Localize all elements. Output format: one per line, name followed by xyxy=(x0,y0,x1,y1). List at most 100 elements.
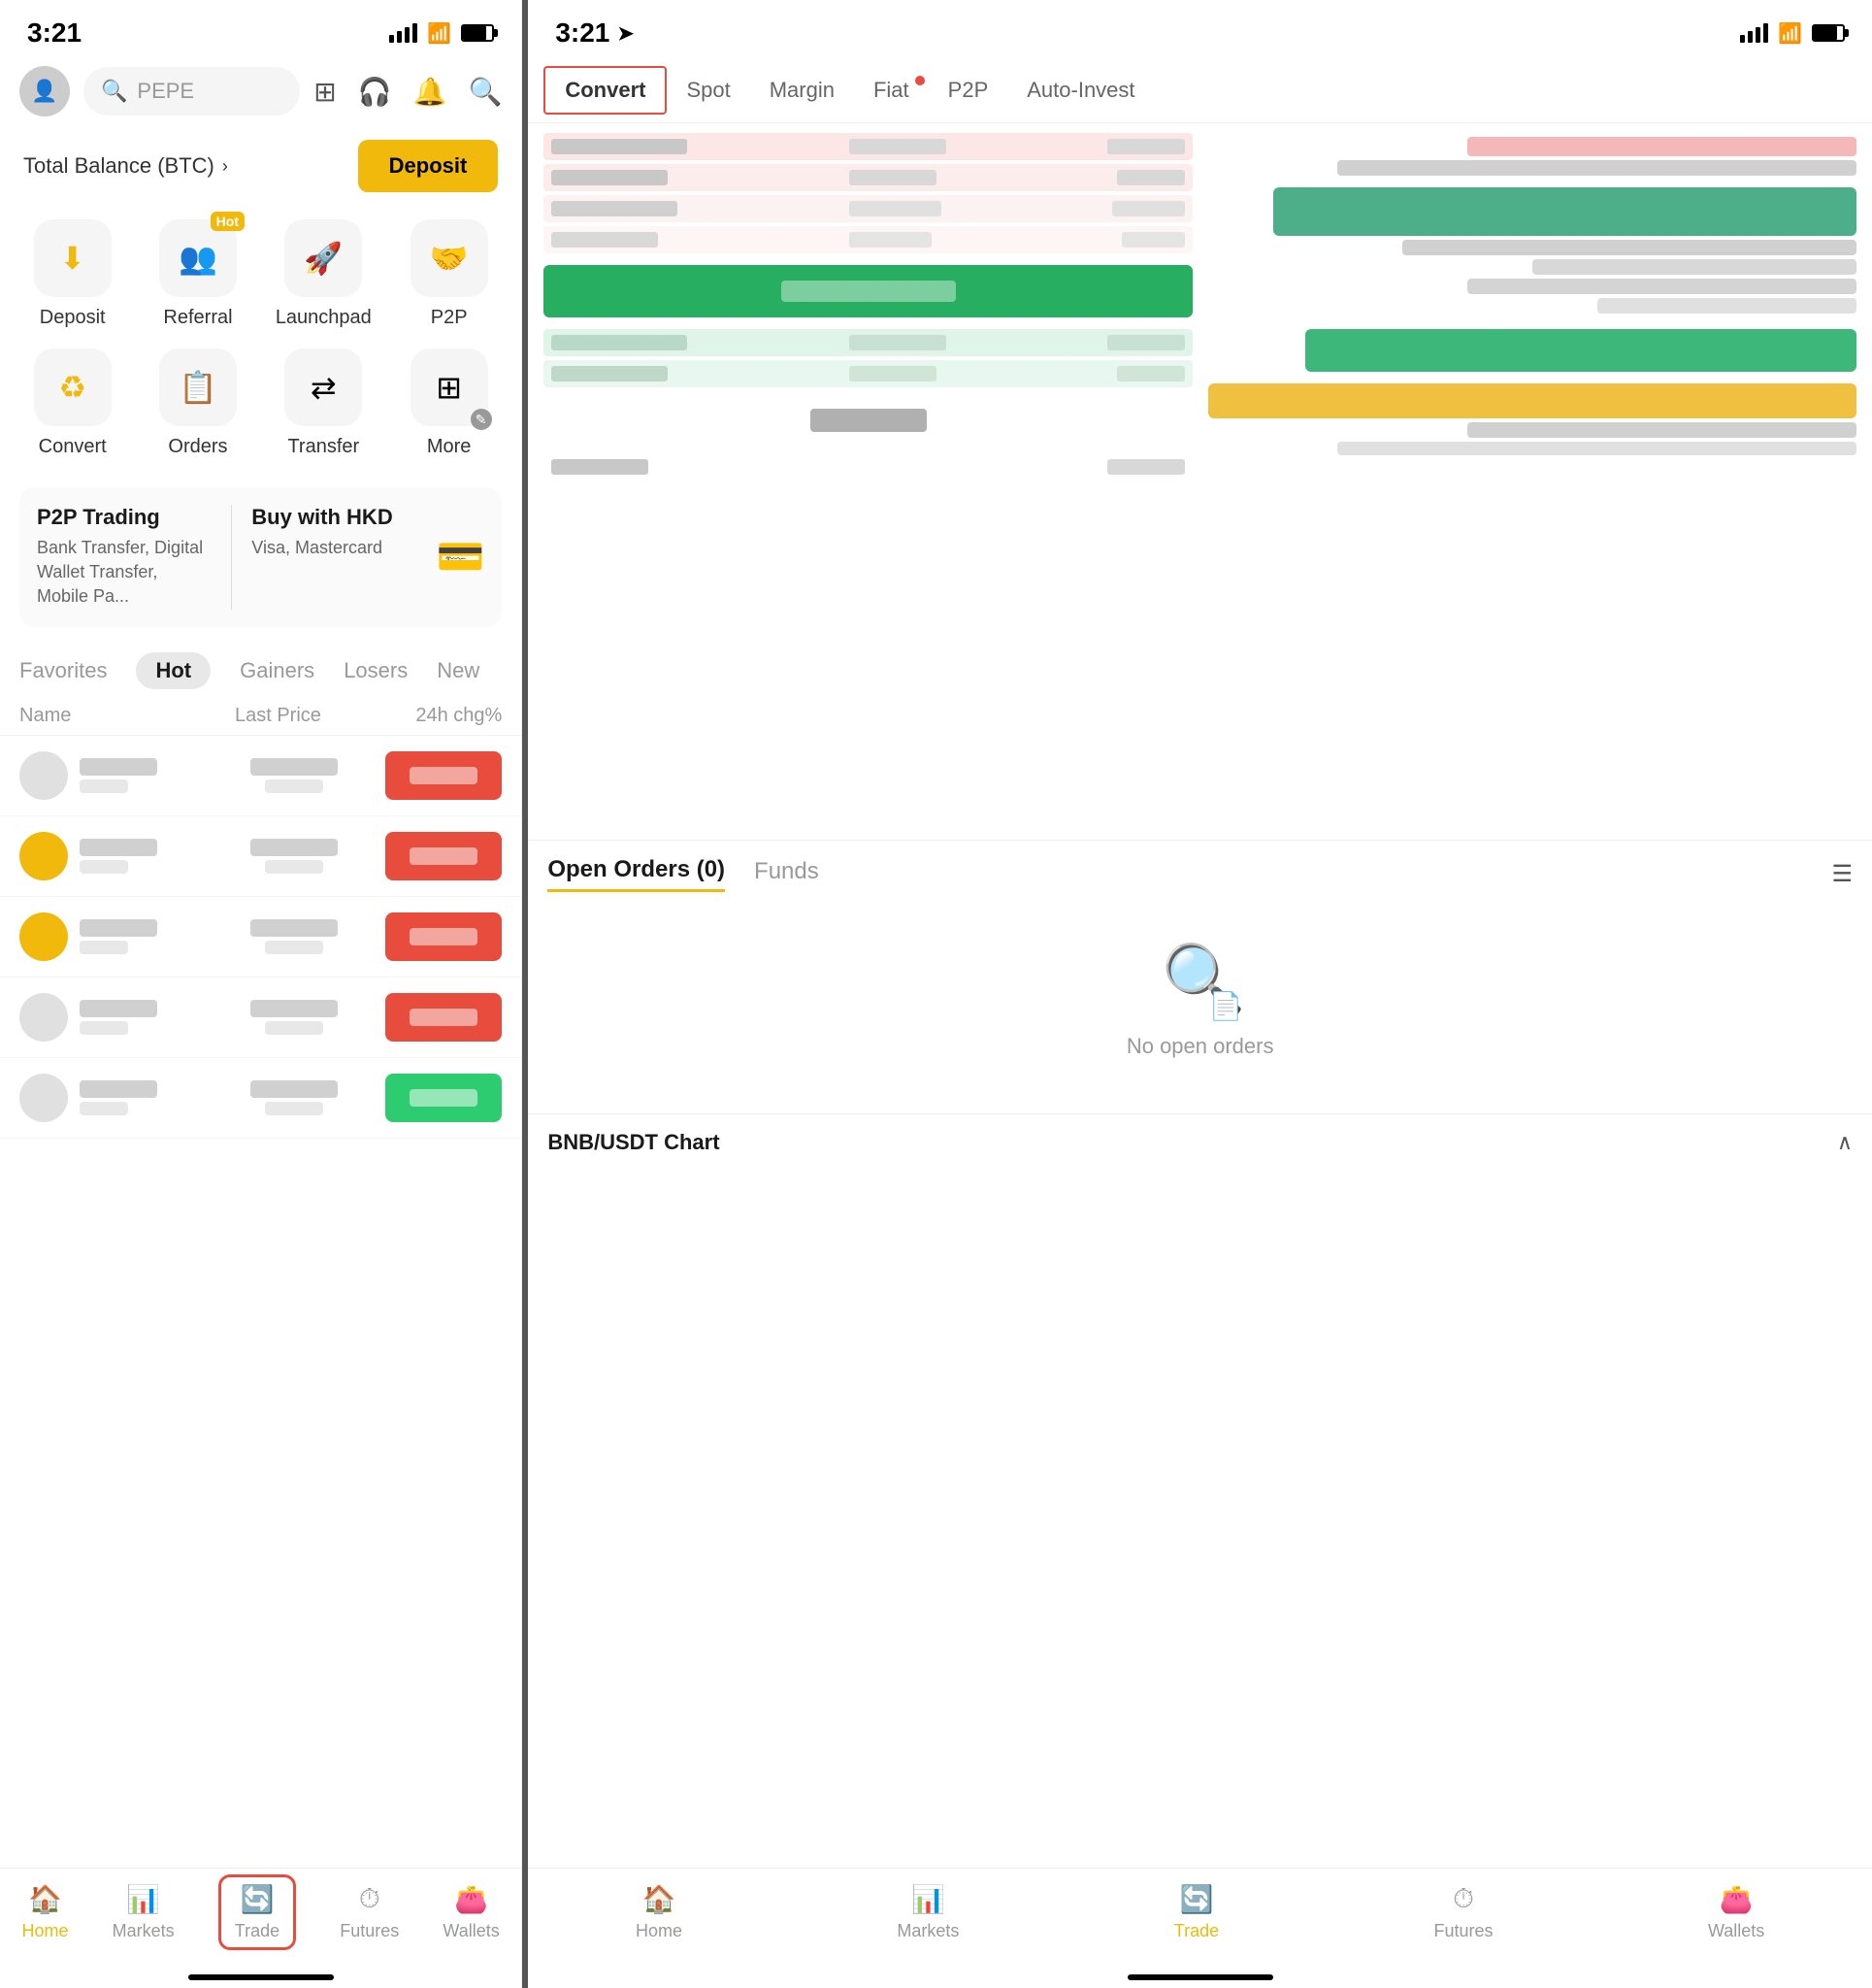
action-more[interactable]: ⊞ ✎ More xyxy=(396,348,503,458)
table-row[interactable] xyxy=(0,897,521,977)
trading-tabs: Convert Spot Margin Fiat P2P Auto-Invest xyxy=(528,58,1872,123)
tab-gainers[interactable]: Gainers xyxy=(240,652,314,689)
coin-details-3 xyxy=(80,919,157,954)
markets-icon: 📊 xyxy=(126,1883,160,1915)
tab-losers[interactable]: Losers xyxy=(344,652,408,689)
action-p2p-label: P2P xyxy=(431,307,468,329)
coin-price-5 xyxy=(203,1080,386,1115)
bottom-nav-left: 🏠 Home 📊 Markets 🔄 Trade ⏱ Futures 👛 Wal… xyxy=(0,1868,521,1974)
table-row[interactable] xyxy=(0,977,521,1058)
status-bar-right: 3:21 ➤ 📶 xyxy=(528,0,1872,58)
bell-icon[interactable]: 🔔 xyxy=(413,76,447,108)
change-badge-1 xyxy=(385,751,502,800)
change-badge-3 xyxy=(385,912,502,961)
coin-price-4 xyxy=(203,1000,386,1035)
collapse-icon[interactable]: ∧ xyxy=(1837,1130,1853,1155)
status-icons-left: 📶 xyxy=(389,21,494,46)
sub-price-blur-2 xyxy=(265,860,323,874)
convert-icon: ♻ xyxy=(34,348,112,426)
trade-icon-right: 🔄 xyxy=(1180,1883,1214,1915)
nav-wallets-left[interactable]: 👛 Wallets xyxy=(443,1883,499,1941)
action-more-label: More xyxy=(427,436,472,458)
futures-icon: ⏱ xyxy=(359,1883,380,1915)
tab-new[interactable]: New xyxy=(437,652,479,689)
tab-fiat[interactable]: Fiat xyxy=(854,68,929,113)
coin-name-blur-2 xyxy=(80,839,157,856)
right-panel: 3:21 ➤ 📶 Convert S xyxy=(528,0,1872,1988)
change-badge-5 xyxy=(385,1074,502,1122)
change-badge-4 xyxy=(385,993,502,1042)
tab-p2p[interactable]: P2P xyxy=(929,68,1008,113)
coin-list xyxy=(0,736,521,1868)
promo-hkd[interactable]: Buy with HKD Visa, Mastercard xyxy=(251,505,426,610)
home-indicator-right xyxy=(1128,1974,1273,1980)
nav-trade-label-right: Trade xyxy=(1174,1921,1219,1941)
deposit-button[interactable]: Deposit xyxy=(358,140,499,192)
coin-price-1 xyxy=(203,758,386,793)
nav-futures-label: Futures xyxy=(340,1921,399,1941)
tab-favorites[interactable]: Favorites xyxy=(19,652,107,689)
tab-hot[interactable]: Hot xyxy=(136,652,211,689)
home-icon: 🏠 xyxy=(28,1883,62,1915)
nav-futures-left[interactable]: ⏱ Futures xyxy=(340,1883,399,1941)
search-box[interactable]: 🔍 PEPE xyxy=(83,67,300,116)
coin-logo-1 xyxy=(19,751,68,800)
bnb-chart-section[interactable]: BNB/USDT Chart ∧ xyxy=(528,1113,1872,1171)
col-change: 24h chg% xyxy=(364,705,502,727)
user-search-icon[interactable]: 🔍 xyxy=(468,76,502,108)
nav-futures-right[interactable]: ⏱ Futures xyxy=(1434,1883,1494,1941)
action-p2p[interactable]: 🤝 P2P xyxy=(396,219,503,329)
avatar[interactable]: 👤 xyxy=(19,66,70,116)
action-orders[interactable]: 📋 Orders xyxy=(145,348,251,458)
home-indicator-left xyxy=(188,1974,334,1980)
action-deposit-label: Deposit xyxy=(40,307,106,329)
coin-name-blur-1 xyxy=(80,758,157,776)
sub-price-blur-4 xyxy=(265,1021,323,1035)
nav-trade-left[interactable]: 🔄 Trade xyxy=(218,1874,296,1950)
tab-spot[interactable]: Spot xyxy=(667,68,749,113)
table-row[interactable] xyxy=(0,736,521,816)
promo-p2p-desc: Bank Transfer, Digital Wallet Transfer, … xyxy=(37,536,212,610)
grid-icon[interactable]: ⊞ xyxy=(313,76,336,108)
coin-sub-blur-2 xyxy=(80,860,128,874)
tab-auto-invest[interactable]: Auto-Invest xyxy=(1007,68,1154,113)
tab-open-orders[interactable]: Open Orders (0) xyxy=(547,856,725,892)
more-icon: ⊞ ✎ xyxy=(411,348,488,426)
sub-price-blur-3 xyxy=(265,941,323,954)
table-row[interactable] xyxy=(0,816,521,897)
nav-markets-left[interactable]: 📊 Markets xyxy=(113,1883,175,1941)
orders-icon: 📋 xyxy=(159,348,237,426)
action-transfer[interactable]: ⇄ Transfer xyxy=(270,348,377,458)
action-referral[interactable]: 👥 Hot Referral xyxy=(145,219,251,329)
action-launchpad[interactable]: 🚀 Launchpad xyxy=(270,219,377,329)
nav-home-right[interactable]: 🏠 Home xyxy=(636,1883,682,1941)
tab-convert[interactable]: Convert xyxy=(543,66,667,115)
table-header: Name Last Price 24h chg% xyxy=(0,697,521,736)
promo-p2p[interactable]: P2P Trading Bank Transfer, Digital Walle… xyxy=(37,505,212,610)
bottom-nav-right: 🏠 Home 📊 Markets 🔄 Trade ⏱ Futures 👛 Wal… xyxy=(528,1868,1872,1974)
tab-funds[interactable]: Funds xyxy=(754,858,819,891)
order-history-icon[interactable]: ☰ xyxy=(1831,860,1853,888)
open-orders-section: Open Orders (0) Funds ☰ 🔍 📄 No open orde… xyxy=(528,840,1872,1113)
tab-margin[interactable]: Margin xyxy=(750,68,854,113)
action-convert[interactable]: ♻ Convert xyxy=(19,348,126,458)
promotions-section: P2P Trading Bank Transfer, Digital Walle… xyxy=(19,487,502,627)
status-bar-left: 3:21 📶 xyxy=(0,0,521,58)
price-blur-3 xyxy=(250,919,338,937)
table-row[interactable] xyxy=(0,1058,521,1139)
change-text-blur-4 xyxy=(410,1009,477,1026)
headset-icon[interactable]: 🎧 xyxy=(358,76,392,108)
change-text-blur-3 xyxy=(410,928,477,945)
action-deposit[interactable]: ⬇ Deposit xyxy=(19,219,126,329)
trade-icon: 🔄 xyxy=(241,1883,275,1915)
chevron-right-icon: › xyxy=(222,156,228,177)
promo-divider xyxy=(231,505,232,610)
time-left: 3:21 xyxy=(27,17,82,49)
nav-markets-right[interactable]: 📊 Markets xyxy=(897,1883,959,1941)
change-text-blur-5 xyxy=(410,1089,477,1107)
nav-wallets-right[interactable]: 👛 Wallets xyxy=(1708,1883,1764,1941)
col-last-price: Last Price xyxy=(192,705,365,727)
nav-home-left[interactable]: 🏠 Home xyxy=(22,1883,69,1941)
nav-trade-right[interactable]: 🔄 Trade xyxy=(1174,1883,1219,1941)
signal-icon xyxy=(389,23,417,43)
